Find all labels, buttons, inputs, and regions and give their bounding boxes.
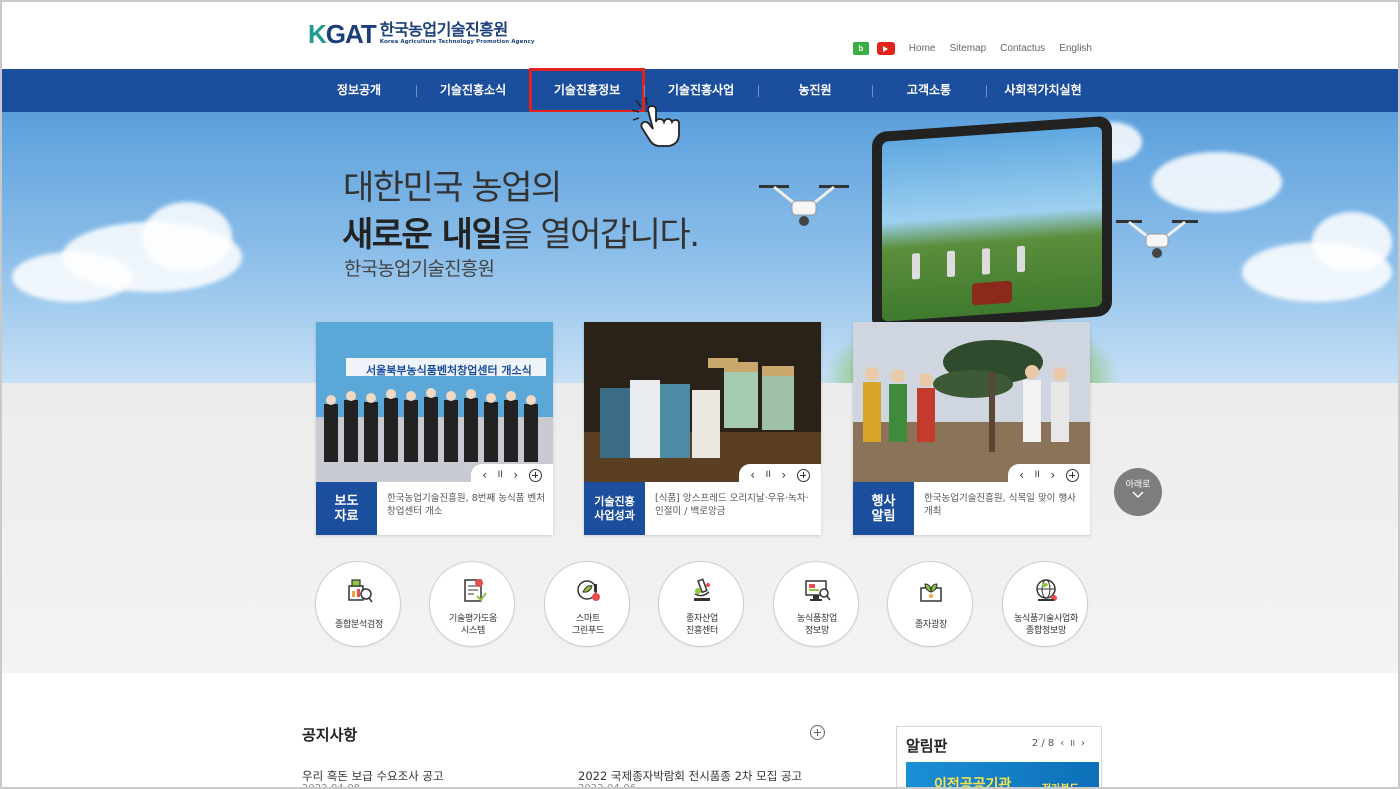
logo-mark-rest: GAT [325, 19, 377, 49]
logo-korean-name: 한국농업기술진흥원 [379, 20, 508, 39]
scroll-down-button[interactable]: 아래로 [1114, 468, 1162, 516]
achievement-photo [584, 322, 821, 482]
notice-board-widget: 알림판 2 / 8 ‹ II › 이전공공기관 전라북도 [896, 726, 1102, 789]
quick-link-label: 종합분석검정 [335, 620, 383, 630]
site-logo[interactable]: KGAT 한국농업기술진흥원 Korea Agriculture Technol… [308, 20, 535, 48]
news-card-achievement[interactable]: ‹ II › 기술진흥 사업성과 [식품] 앙스프레드 오리지날·우유·녹차·인… [584, 322, 821, 535]
quick-link-analysis[interactable]: 종합분석검정 [315, 561, 401, 647]
logo-mark-k: K [308, 19, 327, 49]
next-arrow-icon[interactable]: › [513, 468, 518, 482]
drone-illustration-right [1116, 220, 1198, 258]
quick-link-startup-info[interactable]: 농식품창업 정보망 [773, 561, 859, 647]
card-category-label: 행사 알림 [853, 482, 914, 535]
plus-circle-icon[interactable] [796, 468, 810, 482]
quick-link-seed-industry[interactable]: 종자산업 진흥센터 [658, 561, 744, 647]
hand-cursor-icon [631, 96, 680, 147]
gnb-item-tech-info[interactable]: 기술진흥정보 [529, 68, 645, 113]
prev-arrow-icon[interactable]: ‹ [750, 468, 755, 482]
board-banner-text2: 전라북도 [1042, 780, 1079, 787]
board-banner-text: 이전공공기관 [934, 777, 1012, 789]
pause-icon[interactable]: II [766, 470, 771, 480]
utility-menu: b Home Sitemap Contactus English [852, 42, 1092, 55]
event-photo [853, 322, 1090, 482]
hero-headline-line1: 대한민국 농업의 [343, 168, 562, 208]
pause-icon[interactable]: II [498, 470, 503, 480]
notice-date: 2022-04-08 [302, 783, 361, 789]
hero-subtitle: 한국농업기술진흥원 [344, 258, 495, 280]
news-card-event[interactable]: ‹ II › 행사 알림 한국농업기술진흥원, 식목일 맞이 행사 개최 [853, 322, 1090, 535]
blog-icon[interactable]: b [852, 42, 869, 55]
quick-link-label: 종자산업 진흥센터 [686, 614, 718, 636]
plus-circle-icon[interactable] [1065, 468, 1079, 482]
board-pagination: 2 / 8 ‹ II › [1032, 738, 1085, 749]
card-headline[interactable]: 한국농업기술진흥원, 8번째 농식품 벤처창업센터 개소 [387, 492, 547, 518]
main-navigation: 정보공개 기술진흥소식 기술진흥정보 기술진흥사업 농진원 고객소통 사회적가치… [2, 68, 1398, 113]
card-headline[interactable]: [식품] 앙스프레드 오리지날·우유·녹차·인절미 / 백로앙금 [655, 492, 815, 518]
contact-link[interactable]: Contactus [1000, 43, 1045, 54]
card-category-label: 보도 자료 [316, 482, 377, 535]
lab-analysis-icon [348, 579, 373, 603]
monitor-search-icon [805, 580, 831, 601]
news-card-press[interactable]: 서울북부농식품벤처창업센터 개소식 ‹ II › 보도 자료 한국농업기술진흥원… [316, 322, 553, 535]
prev-arrow-icon[interactable]: ‹ [1019, 468, 1024, 482]
chevron-down-icon [1132, 491, 1144, 499]
card-headline[interactable]: 한국농업기술진흥원, 식목일 맞이 행사 개최 [924, 492, 1084, 518]
scroll-down-label: 아래로 [1125, 480, 1151, 490]
card-slider-controls: ‹ II › [739, 464, 821, 486]
prev-arrow-icon[interactable]: ‹ [482, 468, 487, 482]
notice-item[interactable]: 우리 흑돈 보급 수요조사 공고 [302, 768, 444, 784]
logo-english-name: Korea Agriculture Technology Promotion A… [379, 39, 535, 45]
press-photo [316, 322, 553, 482]
smart-green-food-icon [577, 580, 600, 601]
seedling-icon [920, 583, 942, 602]
hero-tablet-illustration [872, 115, 1112, 333]
card-slider-controls: ‹ II › [1008, 464, 1090, 486]
notice-date: 2022-04-06 [578, 783, 637, 789]
notice-section-title: 공지사항 [302, 726, 358, 744]
card-slider-controls: ‹ II › [471, 464, 553, 486]
card-category-label: 기술진흥 사업성과 [584, 482, 645, 535]
quick-link-label: 기술평가도움 시스템 [449, 614, 497, 636]
board-title: 알림판 [906, 737, 948, 755]
quick-link-seed-plaza[interactable]: 종자광장 [887, 561, 973, 647]
quick-link-label: 농식품창업 정보망 [797, 614, 837, 636]
board-banner-image[interactable]: 이전공공기관 전라북도 [906, 762, 1099, 789]
quick-link-label: 농식품기술사업화 종합정보망 [1014, 614, 1078, 636]
gnb-item-social-value[interactable]: 사회적가치실현 [986, 69, 1100, 112]
quick-link-label: 스마트 그린푸드 [572, 614, 604, 636]
youtube-icon[interactable] [876, 42, 895, 55]
next-arrow-icon[interactable]: › [1050, 468, 1055, 482]
hero-headline-bold: 새로운 내일 [342, 215, 503, 255]
next-arrow-icon[interactable]: › [1081, 738, 1085, 749]
board-page-indicator: 2 / 8 [1031, 738, 1055, 749]
evaluation-document-icon [464, 579, 487, 602]
drone-illustration-left [759, 185, 849, 226]
sitemap-link[interactable]: Sitemap [949, 43, 986, 54]
english-link[interactable]: English [1059, 43, 1092, 54]
pause-icon[interactable]: II [1070, 739, 1075, 748]
pause-icon[interactable]: II [1035, 470, 1040, 480]
browser-viewport: KGAT 한국농업기술진흥원 Korea Agriculture Technol… [0, 0, 1400, 789]
quick-link-commercialization[interactable]: 농식품기술사업화 종합정보망 [1002, 561, 1088, 647]
globe-network-icon [1036, 579, 1057, 601]
hero-headline-rest: 을 열어갑니다. [501, 215, 700, 255]
home-link[interactable]: Home [909, 43, 936, 54]
quick-link-smart-green-food[interactable]: 스마트 그린푸드 [544, 561, 630, 647]
logo-mark: KGAT [308, 19, 377, 49]
plus-circle-icon[interactable] [528, 468, 542, 482]
notice-item[interactable]: 2022 국제종자박람회 전시품종 2차 모집 공고 [578, 768, 802, 784]
prev-arrow-icon[interactable]: ‹ [1060, 738, 1064, 749]
quick-link-label: 종자광장 [915, 620, 947, 630]
quick-link-tech-evaluation[interactable]: 기술평가도움 시스템 [429, 561, 515, 647]
notice-more-plus-icon[interactable] [810, 725, 825, 740]
gnb-item-about[interactable]: 농진원 [758, 69, 872, 112]
gnb-item-customer[interactable]: 고객소통 [872, 69, 986, 112]
hero-headline-line2: 새로운 내일을 열어갑니다. [342, 207, 700, 256]
microscope-icon [694, 578, 710, 601]
gnb-item-info-disclosure[interactable]: 정보공개 [302, 69, 416, 112]
gnb-item-tech-news[interactable]: 기술진흥소식 [416, 69, 530, 112]
next-arrow-icon[interactable]: › [781, 468, 786, 482]
press-photo-caption: 서울북부농식품벤처창업센터 개소식 [366, 364, 532, 377]
